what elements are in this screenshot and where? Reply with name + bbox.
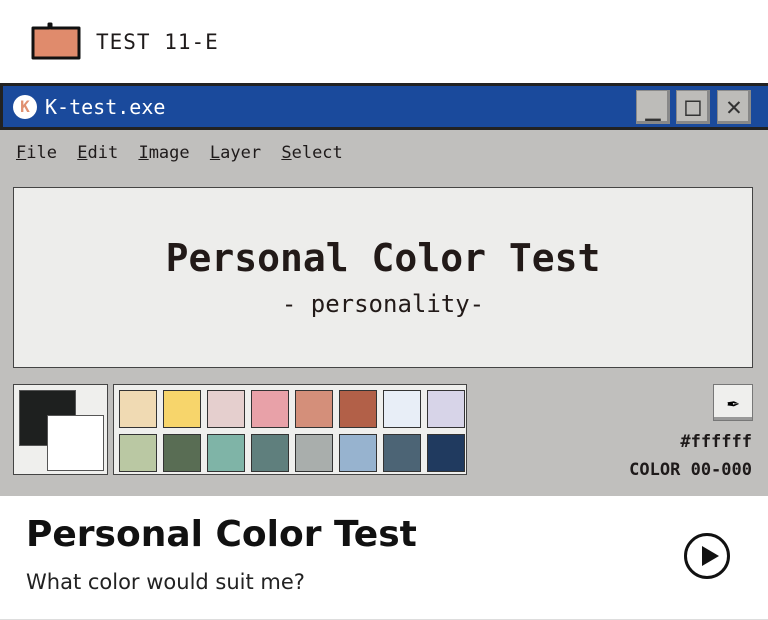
menu-image[interactable]: Image [138, 143, 189, 163]
card-subtitle: What color would suit me? [26, 570, 305, 594]
close-button[interactable]: ✕ [717, 90, 751, 124]
menu-edit[interactable]: Edit [77, 143, 118, 163]
palette-swatch[interactable] [251, 390, 289, 428]
canvas-title: Personal Color Test [165, 236, 601, 280]
palette-swatch[interactable] [207, 390, 245, 428]
maximize-button[interactable]: □ [676, 90, 710, 124]
palette-swatch[interactable] [295, 434, 333, 472]
menu-layer[interactable]: Layer [210, 143, 261, 163]
color-selector [13, 384, 108, 475]
canvas: Personal Color Test - personality- [13, 187, 753, 368]
palette-swatch[interactable] [119, 390, 157, 428]
minimize-button[interactable]: _ [636, 90, 670, 124]
color-palette [113, 384, 467, 475]
palette-swatch[interactable] [251, 434, 289, 472]
hex-value: #ffffff [680, 432, 752, 452]
palette-swatch[interactable] [339, 434, 377, 472]
palette-swatch[interactable] [207, 434, 245, 472]
background-color[interactable] [47, 415, 104, 471]
card-title: Personal Color Test [26, 514, 417, 555]
menu-select[interactable]: Select [281, 143, 342, 163]
palette-swatch[interactable] [427, 434, 465, 472]
app-window: K K-test.exe _ □ ✕ File Edit Image Layer… [0, 83, 768, 496]
palette-swatch[interactable] [163, 434, 201, 472]
test-label: TEST 11-E [96, 30, 219, 54]
color-code: COLOR 00-000 [629, 460, 752, 480]
palette-swatch[interactable] [163, 390, 201, 428]
menu-bar: File Edit Image Layer Select [16, 143, 353, 163]
play-icon[interactable] [684, 533, 730, 579]
test-card[interactable]: Personal Color Test What color would sui… [0, 496, 768, 620]
menu-file[interactable]: File [16, 143, 57, 163]
app-logo-icon: K [13, 95, 37, 119]
title-bar[interactable]: K K-test.exe _ □ ✕ [0, 86, 768, 130]
canvas-subtitle: - personality- [281, 290, 485, 318]
palette-swatch[interactable] [295, 390, 333, 428]
palette-swatch[interactable] [119, 434, 157, 472]
palette-swatch[interactable] [339, 390, 377, 428]
palette-swatch[interactable] [383, 390, 421, 428]
eyedropper-button[interactable]: ✒ [713, 384, 753, 421]
palette-swatch[interactable] [427, 390, 465, 428]
eyedropper-icon: ✒ [726, 390, 740, 414]
palette-swatch[interactable] [383, 434, 421, 472]
top-header: TEST 11-E [0, 0, 768, 84]
window-title: K-test.exe [45, 95, 166, 119]
folder-icon [31, 22, 81, 60]
